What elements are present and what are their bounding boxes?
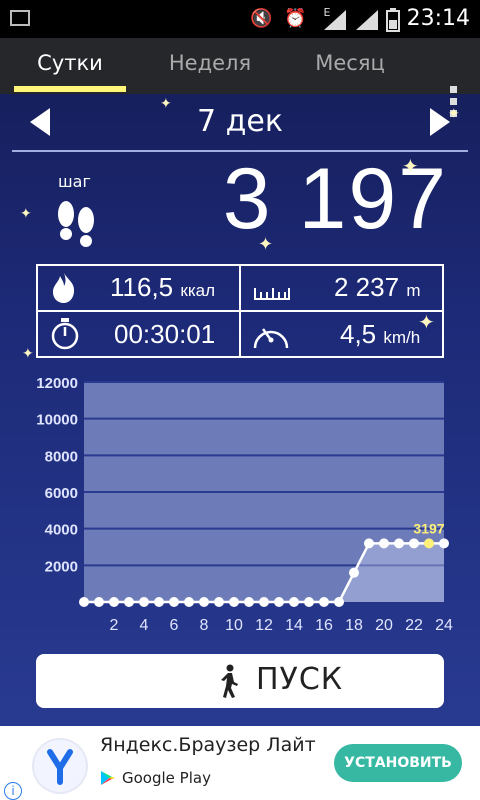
steps-chart: 12000 10000 8000 6000 4000 2000 3197 2 4 6 8 10 12 14… xyxy=(0,370,480,640)
chart-point xyxy=(79,597,89,607)
chart-y-tick-label: 10000 xyxy=(36,412,78,429)
chart-x-tick-label: 24 xyxy=(435,617,453,634)
chart-x-tick-label: 2 xyxy=(110,617,119,634)
chart-point xyxy=(409,538,419,549)
chart-x-tick-label: 22 xyxy=(405,617,423,634)
chart-x-tick-label: 20 xyxy=(375,617,393,634)
mute-icon: 🔇 xyxy=(250,8,273,29)
chart-point xyxy=(319,597,329,607)
date-label: 7 дек xyxy=(197,104,283,139)
sparkle-decoration: ✦ xyxy=(418,310,435,334)
distance-value: 2 237 m xyxy=(334,272,421,302)
sparkle-decoration: ✦ xyxy=(402,154,419,178)
status-bar: 🔇 ⏰ E 23:14 xyxy=(0,0,480,38)
chart-point xyxy=(124,597,134,607)
speedometer-icon xyxy=(253,328,289,349)
chart-y-tick-label: 8000 xyxy=(45,448,78,465)
tab-month[interactable]: Месяц xyxy=(292,38,408,94)
chart-point xyxy=(349,567,359,578)
chart-point xyxy=(379,538,389,549)
calories-value: 116,5 ккал xyxy=(110,272,215,302)
chart-x-tick-label: 4 xyxy=(140,617,149,634)
duration-value: 00:30:01 xyxy=(114,319,216,349)
battery-icon xyxy=(386,8,400,32)
chart-point xyxy=(229,597,239,607)
start-button-label: ПУСК xyxy=(256,662,344,697)
chart-x-tick-label: 18 xyxy=(345,617,363,634)
chart-y-tick-label: 12000 xyxy=(36,375,78,392)
alarm-icon: ⏰ xyxy=(284,8,307,29)
google-play-icon xyxy=(101,771,115,785)
chart-point xyxy=(139,597,149,607)
sparkle-decoration: ✦ xyxy=(160,96,172,112)
chart-point xyxy=(259,597,269,607)
sparkle-decoration: ✦ xyxy=(448,106,460,122)
chart-y-tick-label: 6000 xyxy=(45,485,78,502)
ad-title: Яндекс.Браузер Лайт xyxy=(100,734,316,756)
chart-point xyxy=(304,597,314,607)
chart-point xyxy=(394,538,404,549)
chart-point xyxy=(274,597,284,607)
chart-point xyxy=(244,597,254,607)
distance-ruler-icon xyxy=(254,288,290,300)
chart-point xyxy=(439,538,449,549)
chart-y-tick-label: 4000 xyxy=(45,522,78,539)
chart-point xyxy=(364,538,374,549)
active-tab-indicator xyxy=(14,86,126,92)
footprints-icon xyxy=(58,201,94,247)
chart-point xyxy=(169,597,179,607)
sparkle-decoration: ✦ xyxy=(258,234,274,255)
ad-banner[interactable]: i Яндекс.Браузер Лайт Google Play УСТАНО… xyxy=(0,726,480,800)
signal-icon-2 xyxy=(356,10,378,30)
chart-point xyxy=(154,597,164,607)
sparkle-decoration: ✦ xyxy=(22,346,34,362)
clock: 23:14 xyxy=(406,6,470,31)
chart-point xyxy=(184,597,194,607)
chart-x-tick-label: 14 xyxy=(285,617,303,634)
walking-person-icon xyxy=(221,664,238,698)
chart-y-tick-label: 2000 xyxy=(45,558,78,575)
stats-divider-horizontal xyxy=(38,310,442,312)
stopwatch-icon xyxy=(51,318,79,350)
image-notification-icon xyxy=(10,10,30,26)
chart-data-label: 3197 xyxy=(413,520,444,536)
steps-chart-svg: 1200010000800060004000200031972 4 6 8 10 12 14… xyxy=(36,375,453,634)
chart-point xyxy=(199,597,209,607)
ad-info-icon[interactable]: i xyxy=(4,782,22,800)
chart-point xyxy=(94,597,104,607)
chart-x-tick-label: 12 xyxy=(255,617,273,634)
date-navigation: 7 дек xyxy=(0,96,480,152)
chart-point xyxy=(109,597,119,607)
install-button[interactable]: УСТАНОВИТЬ xyxy=(334,744,462,782)
chart-point xyxy=(424,538,434,549)
start-button[interactable]: ПУСК xyxy=(36,654,444,708)
flame-icon xyxy=(53,273,75,303)
chart-point xyxy=(289,597,299,607)
chart-x-tick-label: 16 xyxy=(315,617,333,634)
chart-point xyxy=(214,597,224,607)
sparkle-decoration: ✦ xyxy=(20,206,32,222)
next-day-arrow-icon[interactable] xyxy=(430,108,450,136)
ad-store-label: Google Play xyxy=(122,769,211,787)
chart-point xyxy=(334,597,344,607)
chart-x-tick-label: 8 xyxy=(200,617,209,634)
tab-week[interactable]: Неделя xyxy=(150,38,270,94)
chart-x-tick-label: 6 xyxy=(170,617,179,634)
speed-value: 4,5 km/h xyxy=(340,319,421,349)
steps-label: шаг xyxy=(58,172,91,191)
stats-grid: 116,5 ккал 2 237 m 00:30:01 4,5 km/h xyxy=(36,264,444,358)
yandex-browser-logo xyxy=(34,740,86,792)
signal-icon xyxy=(324,10,346,30)
chart-x-tick-label: 10 xyxy=(225,617,243,634)
